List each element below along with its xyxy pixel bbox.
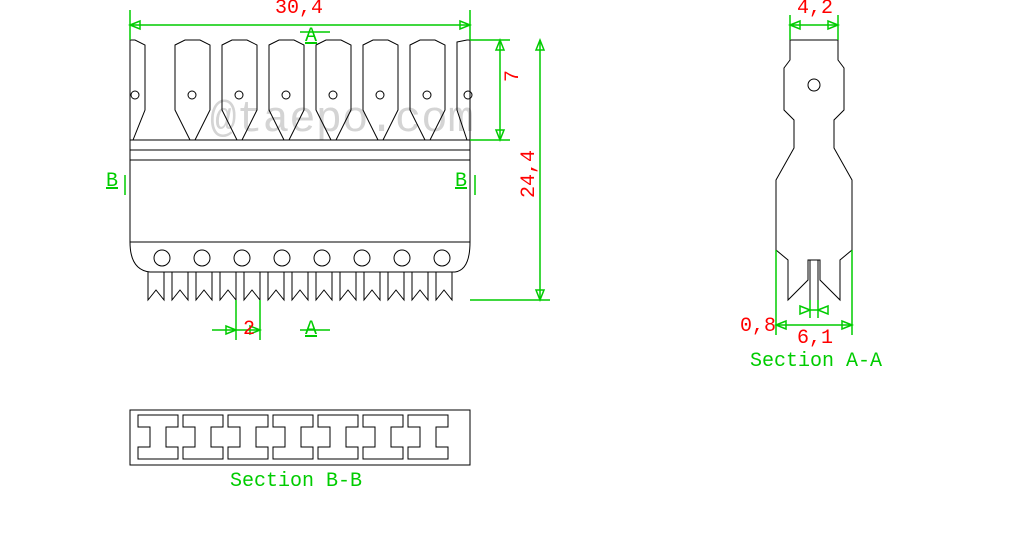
dim-aa-wall: 0,8 bbox=[740, 315, 776, 338]
front-view bbox=[130, 40, 472, 300]
dim-height-overall: 24,4 bbox=[518, 150, 541, 198]
marker-a-top: A bbox=[305, 25, 317, 48]
dim-pitch: 2 bbox=[243, 318, 255, 341]
section-bb-view bbox=[130, 410, 470, 465]
dim-aa-top: 4,2 bbox=[797, 0, 833, 20]
dim-height-teeth: 7 bbox=[502, 70, 525, 82]
label-section-aa: Section A-A bbox=[750, 350, 882, 373]
dim-width-overall: 30,4 bbox=[275, 0, 323, 20]
label-section-bb: Section B-B bbox=[230, 470, 362, 493]
drawing-canvas: @taepo.com bbox=[0, 0, 1017, 535]
dim-aa-bottom: 6,1 bbox=[797, 327, 833, 350]
marker-b-right: B bbox=[455, 170, 467, 193]
marker-b-left: B bbox=[106, 170, 118, 193]
front-dims bbox=[125, 10, 550, 340]
section-aa-view bbox=[776, 15, 852, 335]
marker-a-bottom: A bbox=[305, 318, 317, 341]
